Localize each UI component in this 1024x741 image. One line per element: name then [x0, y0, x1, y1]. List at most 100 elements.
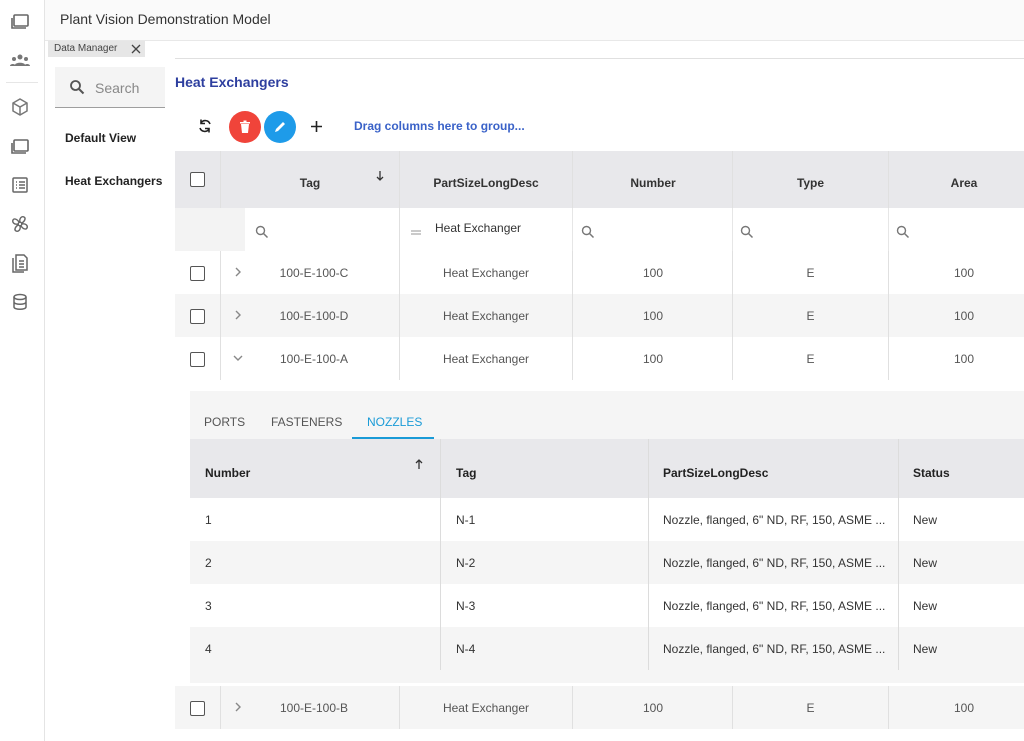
table-row[interactable]: 100-E-100-B Heat Exchanger 100 E 100: [175, 686, 1024, 729]
tab-nozzles[interactable]: NOZZLES: [367, 415, 422, 429]
sort-desc-icon[interactable]: [375, 170, 385, 182]
table-row[interactable]: 100-E-100-D Heat Exchanger 100 E 100: [175, 294, 1024, 337]
table-row-expanded[interactable]: 100-E-100-A Heat Exchanger 100 E 100: [175, 337, 1024, 380]
cell-type: E: [806, 352, 815, 366]
cell-status: New: [913, 513, 938, 527]
cell-status: New: [913, 642, 938, 656]
filter-row: Heat Exchanger: [175, 208, 1024, 252]
users-icon[interactable]: [9, 49, 31, 71]
row-checkbox[interactable]: [190, 309, 205, 324]
search-placeholder: Search: [95, 80, 140, 96]
row-checkbox[interactable]: [190, 701, 205, 716]
cell-area: 100: [953, 309, 975, 323]
filter-area-input[interactable]: [888, 208, 1024, 251]
cell-tag: 100-E-100-A: [279, 352, 349, 366]
folders-icon[interactable]: [9, 9, 31, 31]
col-header-status[interactable]: Status: [898, 439, 1024, 498]
page-title: Heat Exchangers: [175, 74, 289, 90]
col-header-area[interactable]: Area: [888, 151, 1024, 208]
cell-number: 1: [205, 513, 212, 527]
cell-status: New: [913, 556, 938, 570]
add-icon[interactable]: [310, 120, 323, 133]
cell-desc: Heat Exchanger: [442, 309, 530, 323]
fan-icon[interactable]: [9, 213, 31, 235]
cell-number: 100: [642, 701, 664, 715]
cell-desc: Nozzle, flanged, 6" ND, RF, 150, ASME ..…: [663, 513, 886, 527]
search-icon: [70, 80, 85, 95]
edit-button[interactable]: [264, 111, 296, 143]
cell-number: 100: [642, 309, 664, 323]
sort-asc-icon[interactable]: [414, 458, 424, 470]
row-checkbox[interactable]: [190, 352, 205, 367]
cell-desc: Nozzle, flanged, 6" ND, RF, 150, ASME ..…: [663, 556, 886, 570]
close-icon[interactable]: [130, 43, 142, 55]
view-sidebar: Search Default View Heat Exchangers: [45, 58, 175, 741]
layers-icon[interactable]: [9, 135, 31, 157]
cell-number: 100: [642, 352, 664, 366]
sidebar-item-heat-exchangers[interactable]: Heat Exchangers: [65, 174, 162, 188]
cell-tag: N-3: [456, 599, 476, 613]
icon-rail: [0, 0, 45, 741]
cell-tag: 100-E-100-B: [279, 701, 349, 715]
cell-number: 4: [205, 642, 212, 656]
group-drop-zone[interactable]: Drag columns here to group...: [354, 119, 525, 133]
nozzle-row[interactable]: 3 N-3 Nozzle, flanged, 6" ND, RF, 150, A…: [190, 584, 1024, 627]
pencil-icon: [275, 122, 285, 132]
delete-button[interactable]: [229, 111, 261, 143]
cell-number: 3: [205, 599, 212, 613]
title-bar: Plant Vision Demonstration Model: [45, 0, 1024, 40]
cell-desc: Nozzle, flanged, 6" ND, RF, 150, ASME ..…: [663, 599, 886, 613]
trash-icon: [240, 120, 250, 133]
sidebar-item-default-view[interactable]: Default View: [65, 131, 136, 145]
cell-area: 100: [953, 352, 975, 366]
tab-fasteners[interactable]: FASTENERS: [271, 415, 342, 429]
nozzle-row[interactable]: 4 N-4 Nozzle, flanged, 6" ND, RF, 150, A…: [190, 627, 1024, 670]
table-row[interactable]: 100-E-100-C Heat Exchanger 100 E 100: [175, 251, 1024, 294]
cell-tag: N-2: [456, 556, 476, 570]
nozzle-row[interactable]: 2 N-2 Nozzle, flanged, 6" ND, RF, 150, A…: [190, 541, 1024, 584]
col-header-partsizelongdesc[interactable]: PartSizeLongDesc: [648, 439, 899, 498]
app-title: Plant Vision Demonstration Model: [60, 11, 271, 27]
cell-desc: Heat Exchanger: [442, 352, 530, 366]
nozzle-grid-header: Number Tag PartSizeLongDesc Status: [190, 439, 1024, 498]
filter-partsizelongdesc-input[interactable]: Heat Exchanger: [435, 221, 521, 235]
filter-number-input[interactable]: [572, 208, 733, 251]
cell-desc: Heat Exchanger: [442, 266, 530, 280]
document-icon[interactable]: [9, 252, 31, 274]
grid-header: Tag PartSizeLongDesc Number Type Area: [175, 151, 1024, 208]
cell-tag: 100-E-100-C: [279, 266, 349, 280]
cell-desc: Heat Exchanger: [442, 701, 530, 715]
tab-ports[interactable]: PORTS: [204, 415, 245, 429]
equals-filter-icon[interactable]: [409, 225, 423, 239]
tab-data-manager[interactable]: Data Manager: [48, 41, 145, 57]
cell-tag: N-1: [456, 513, 476, 527]
cube-icon[interactable]: [9, 96, 31, 118]
cell-tag: N-4: [456, 642, 476, 656]
col-header-tag[interactable]: Tag: [220, 151, 399, 208]
cell-area: 100: [953, 701, 975, 715]
nozzle-row[interactable]: 1 N-1 Nozzle, flanged, 6" ND, RF, 150, A…: [190, 498, 1024, 541]
list-icon[interactable]: [9, 174, 31, 196]
cell-tag: 100-E-100-D: [279, 309, 349, 323]
tab-label: Data Manager: [54, 43, 118, 54]
col-header-number[interactable]: Number: [190, 439, 440, 498]
search-input[interactable]: Search: [55, 67, 165, 108]
database-icon[interactable]: [9, 291, 31, 313]
col-header-tag[interactable]: Tag: [440, 439, 649, 498]
cell-type: E: [806, 266, 815, 280]
row-checkbox[interactable]: [190, 266, 205, 281]
row-detail-panel: PORTS FASTENERS NOZZLES Number Tag PartS…: [190, 391, 1024, 683]
filter-tag-input[interactable]: [247, 208, 399, 251]
refresh-icon[interactable]: [197, 118, 213, 134]
col-header-partsizelongdesc[interactable]: PartSizeLongDesc: [399, 151, 572, 208]
cell-status: New: [913, 599, 938, 613]
col-header-type[interactable]: Type: [732, 151, 888, 208]
select-all-checkbox[interactable]: [190, 172, 205, 187]
cell-number: 2: [205, 556, 212, 570]
cell-desc: Nozzle, flanged, 6" ND, RF, 150, ASME ..…: [663, 642, 886, 656]
cell-area: 100: [953, 266, 975, 280]
filter-type-input[interactable]: [732, 208, 888, 251]
col-header-number[interactable]: Number: [572, 151, 733, 208]
cell-type: E: [806, 309, 815, 323]
main-panel: Heat Exchangers Drag columns here to gro…: [175, 58, 1024, 741]
